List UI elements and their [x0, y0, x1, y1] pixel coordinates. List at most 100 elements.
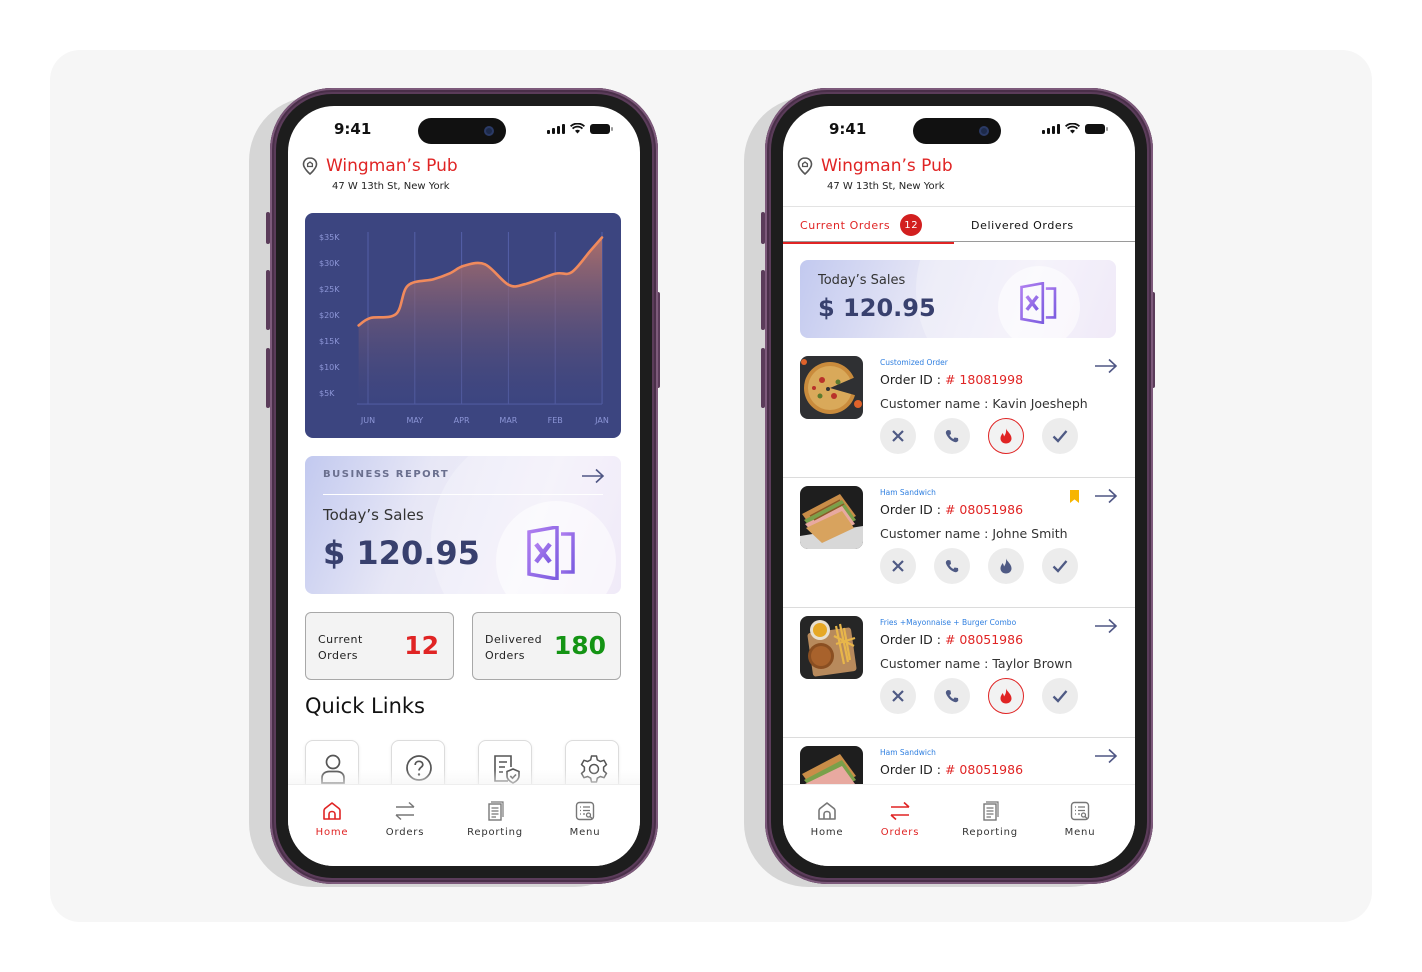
order-id-value: # 08051986 [944, 632, 1024, 647]
customer-label: Customer name : [880, 526, 993, 541]
orders-tabs: Current Orders 12 Delivered Orders [783, 206, 1135, 244]
order-id: Order ID : # 08051986 [880, 762, 1023, 777]
tab-reporting[interactable]: Reporting [950, 801, 1030, 838]
battery-icon [590, 123, 613, 134]
restaurant-address: 47 W 13th St, New York [332, 181, 450, 192]
x-tick-label: FEB [548, 416, 563, 425]
reject-button[interactable] [880, 678, 916, 714]
y-tick-label: $30K [319, 259, 340, 268]
current-orders-badge: 12 [900, 214, 923, 236]
call-button[interactable] [934, 418, 970, 454]
accept-button[interactable] [1042, 678, 1078, 714]
todays-sales-label: Today’s Sales [323, 506, 424, 524]
tab-label: Home [810, 827, 844, 838]
check-icon [1052, 430, 1068, 443]
check-icon [1052, 690, 1068, 703]
arrow-right-icon[interactable] [1094, 618, 1118, 634]
todays-sales-card[interactable]: Today’s Sales $ 120.95 [800, 260, 1116, 338]
documents-icon [983, 801, 999, 821]
business-report-title: BUSINESS REPORT [323, 469, 450, 480]
bookmark-icon[interactable] [1070, 490, 1079, 503]
tab-label: Orders [385, 827, 425, 838]
arrow-right-icon[interactable] [1094, 748, 1118, 764]
current-orders-stat[interactable]: Current Orders 12 [305, 612, 454, 680]
call-button[interactable] [934, 678, 970, 714]
customer-name: Customer name : Kavin Joesheph [880, 396, 1088, 411]
wifi-icon [1065, 123, 1080, 134]
close-icon [892, 690, 904, 702]
customer-name: Customer name : Taylor Brown [880, 656, 1072, 671]
stat-label: Orders [318, 649, 358, 662]
tab-label: Home [315, 827, 349, 838]
tab-label: Reporting [962, 827, 1018, 838]
tab-reporting[interactable]: Reporting [455, 801, 535, 838]
arrow-right-icon[interactable] [1094, 358, 1118, 374]
priority-button[interactable] [988, 678, 1024, 714]
stat-label: Orders [485, 649, 525, 662]
accept-button[interactable] [1042, 418, 1078, 454]
order-item[interactable]: Ham Sandwich Order ID : # 08051986 Custo… [783, 478, 1135, 608]
x-tick-label: JAN [594, 416, 609, 425]
tab-label: Menu [569, 827, 601, 838]
customer-value: Johne Smith [992, 526, 1068, 541]
business-report-card[interactable]: BUSINESS REPORT Today’s Sales $ 120.95 [305, 456, 621, 594]
order-id-label: Order ID : [880, 632, 945, 647]
documents-icon [488, 801, 504, 821]
menu-search-icon [575, 801, 595, 821]
arrow-right-icon[interactable] [581, 468, 605, 484]
swap-arrows-icon [890, 801, 910, 821]
order-category: Fries +Mayonnaise + Burger Combo [880, 618, 1017, 627]
home-icon [323, 802, 341, 820]
order-item[interactable]: Customized Order Order ID : # 18081998 C… [783, 348, 1135, 478]
order-id-label: Order ID : [880, 502, 945, 517]
order-id-label: Order ID : [880, 372, 945, 387]
reject-button[interactable] [880, 418, 916, 454]
x-tick-label: APR [454, 416, 470, 425]
signal-icon [1042, 123, 1060, 134]
phone-icon [945, 690, 959, 703]
delivered-orders-stat[interactable]: Delivered Orders 180 [472, 612, 621, 680]
todays-sales-label: Today’s Sales [818, 273, 906, 288]
dynamic-island [913, 118, 1001, 144]
tab-label: Menu [1064, 827, 1096, 838]
tab-home[interactable]: Home [292, 801, 372, 838]
tab-home[interactable]: Home [787, 801, 867, 838]
tab-orders[interactable]: Orders [365, 801, 445, 838]
close-icon [892, 560, 904, 572]
order-category: Ham Sandwich [880, 748, 936, 757]
order-id-value: # 18081998 [944, 372, 1024, 387]
call-button[interactable] [934, 548, 970, 584]
restaurant-name[interactable]: Wingman’s Pub [821, 156, 953, 176]
tab-bar: Home Orders Reporting Menu [783, 784, 1135, 866]
status-bar: 9:41 [288, 106, 640, 156]
tab-menu[interactable]: Menu [545, 801, 625, 838]
order-id: Order ID : # 08051986 [880, 502, 1023, 517]
current-orders-count: 12 [404, 631, 439, 660]
tab-orders[interactable]: Orders [860, 801, 940, 838]
order-id-value: # 08051986 [944, 502, 1024, 517]
priority-button[interactable] [988, 548, 1024, 584]
swap-arrows-icon [395, 801, 415, 821]
phone-home: 9:41 Wingman’s Pub 47 W 13th St, New Yor… [270, 88, 658, 884]
sales-chart: $35K $30K $25K $20K $15K $10K $5K JUN MAY APR MAR… [305, 213, 621, 438]
order-item[interactable]: Fries +Mayonnaise + Burger Combo Order I… [783, 608, 1135, 738]
restaurant-name[interactable]: Wingman’s Pub [326, 156, 458, 176]
wifi-icon [570, 123, 585, 134]
x-tick-label: MAY [406, 416, 423, 425]
flame-icon [1000, 558, 1012, 574]
y-tick-label: $10K [319, 363, 340, 372]
accept-button[interactable] [1042, 548, 1078, 584]
y-tick-label: $15K [319, 337, 340, 346]
order-image-burger-fries [800, 616, 863, 679]
tab-menu[interactable]: Menu [1040, 801, 1120, 838]
tab-current-orders[interactable]: Current Orders 12 [783, 207, 955, 244]
close-icon [892, 430, 904, 442]
priority-button[interactable] [988, 418, 1024, 454]
location-pin-icon [797, 157, 813, 175]
arrow-right-icon[interactable] [1094, 488, 1118, 504]
tab-delivered-orders[interactable]: Delivered Orders [971, 207, 1074, 243]
x-tick-label: MAR [499, 416, 517, 425]
orders-screen: 9:41 Wingman’s Pub 47 W 13th St, New Yor… [783, 106, 1135, 866]
reject-button[interactable] [880, 548, 916, 584]
phone-orders: 9:41 Wingman’s Pub 47 W 13th St, New Yor… [765, 88, 1153, 884]
